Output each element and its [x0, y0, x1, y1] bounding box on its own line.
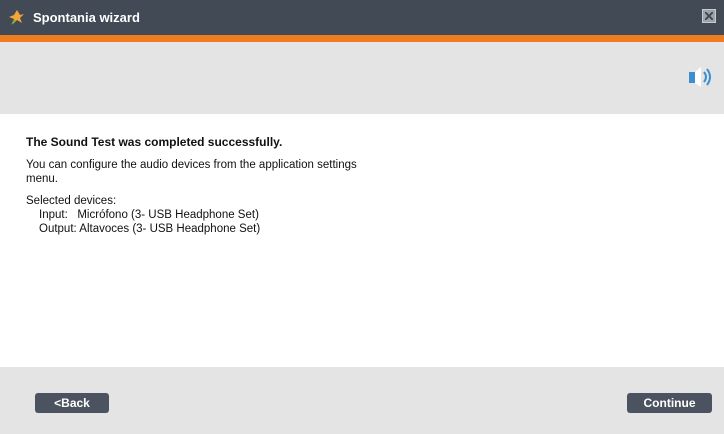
close-button[interactable]	[702, 9, 716, 23]
speaker-icon	[689, 67, 711, 87]
footer-bar: <Back Continue	[0, 367, 724, 434]
content-area: The Sound Test was completed successfull…	[26, 135, 686, 236]
selected-devices-label: Selected devices:	[26, 195, 117, 207]
header-band	[0, 42, 724, 114]
title-bar: Spontania wizard	[0, 0, 724, 35]
accent-bar	[0, 35, 724, 42]
close-icon	[705, 12, 713, 20]
configure-description: You can configure the audio devices from…	[26, 159, 357, 185]
window-title: Spontania wizard	[33, 10, 140, 25]
back-button[interactable]: <Back	[35, 393, 109, 413]
input-device-row: Input: Micrófono (3- USB Headphone Set)	[39, 209, 259, 221]
output-device-row: Output: Altavoces (3- USB Headphone Set)	[39, 223, 261, 235]
success-heading: The Sound Test was completed successfull…	[26, 135, 283, 149]
spontania-logo-icon	[9, 10, 24, 25]
continue-button[interactable]: Continue	[627, 393, 712, 413]
